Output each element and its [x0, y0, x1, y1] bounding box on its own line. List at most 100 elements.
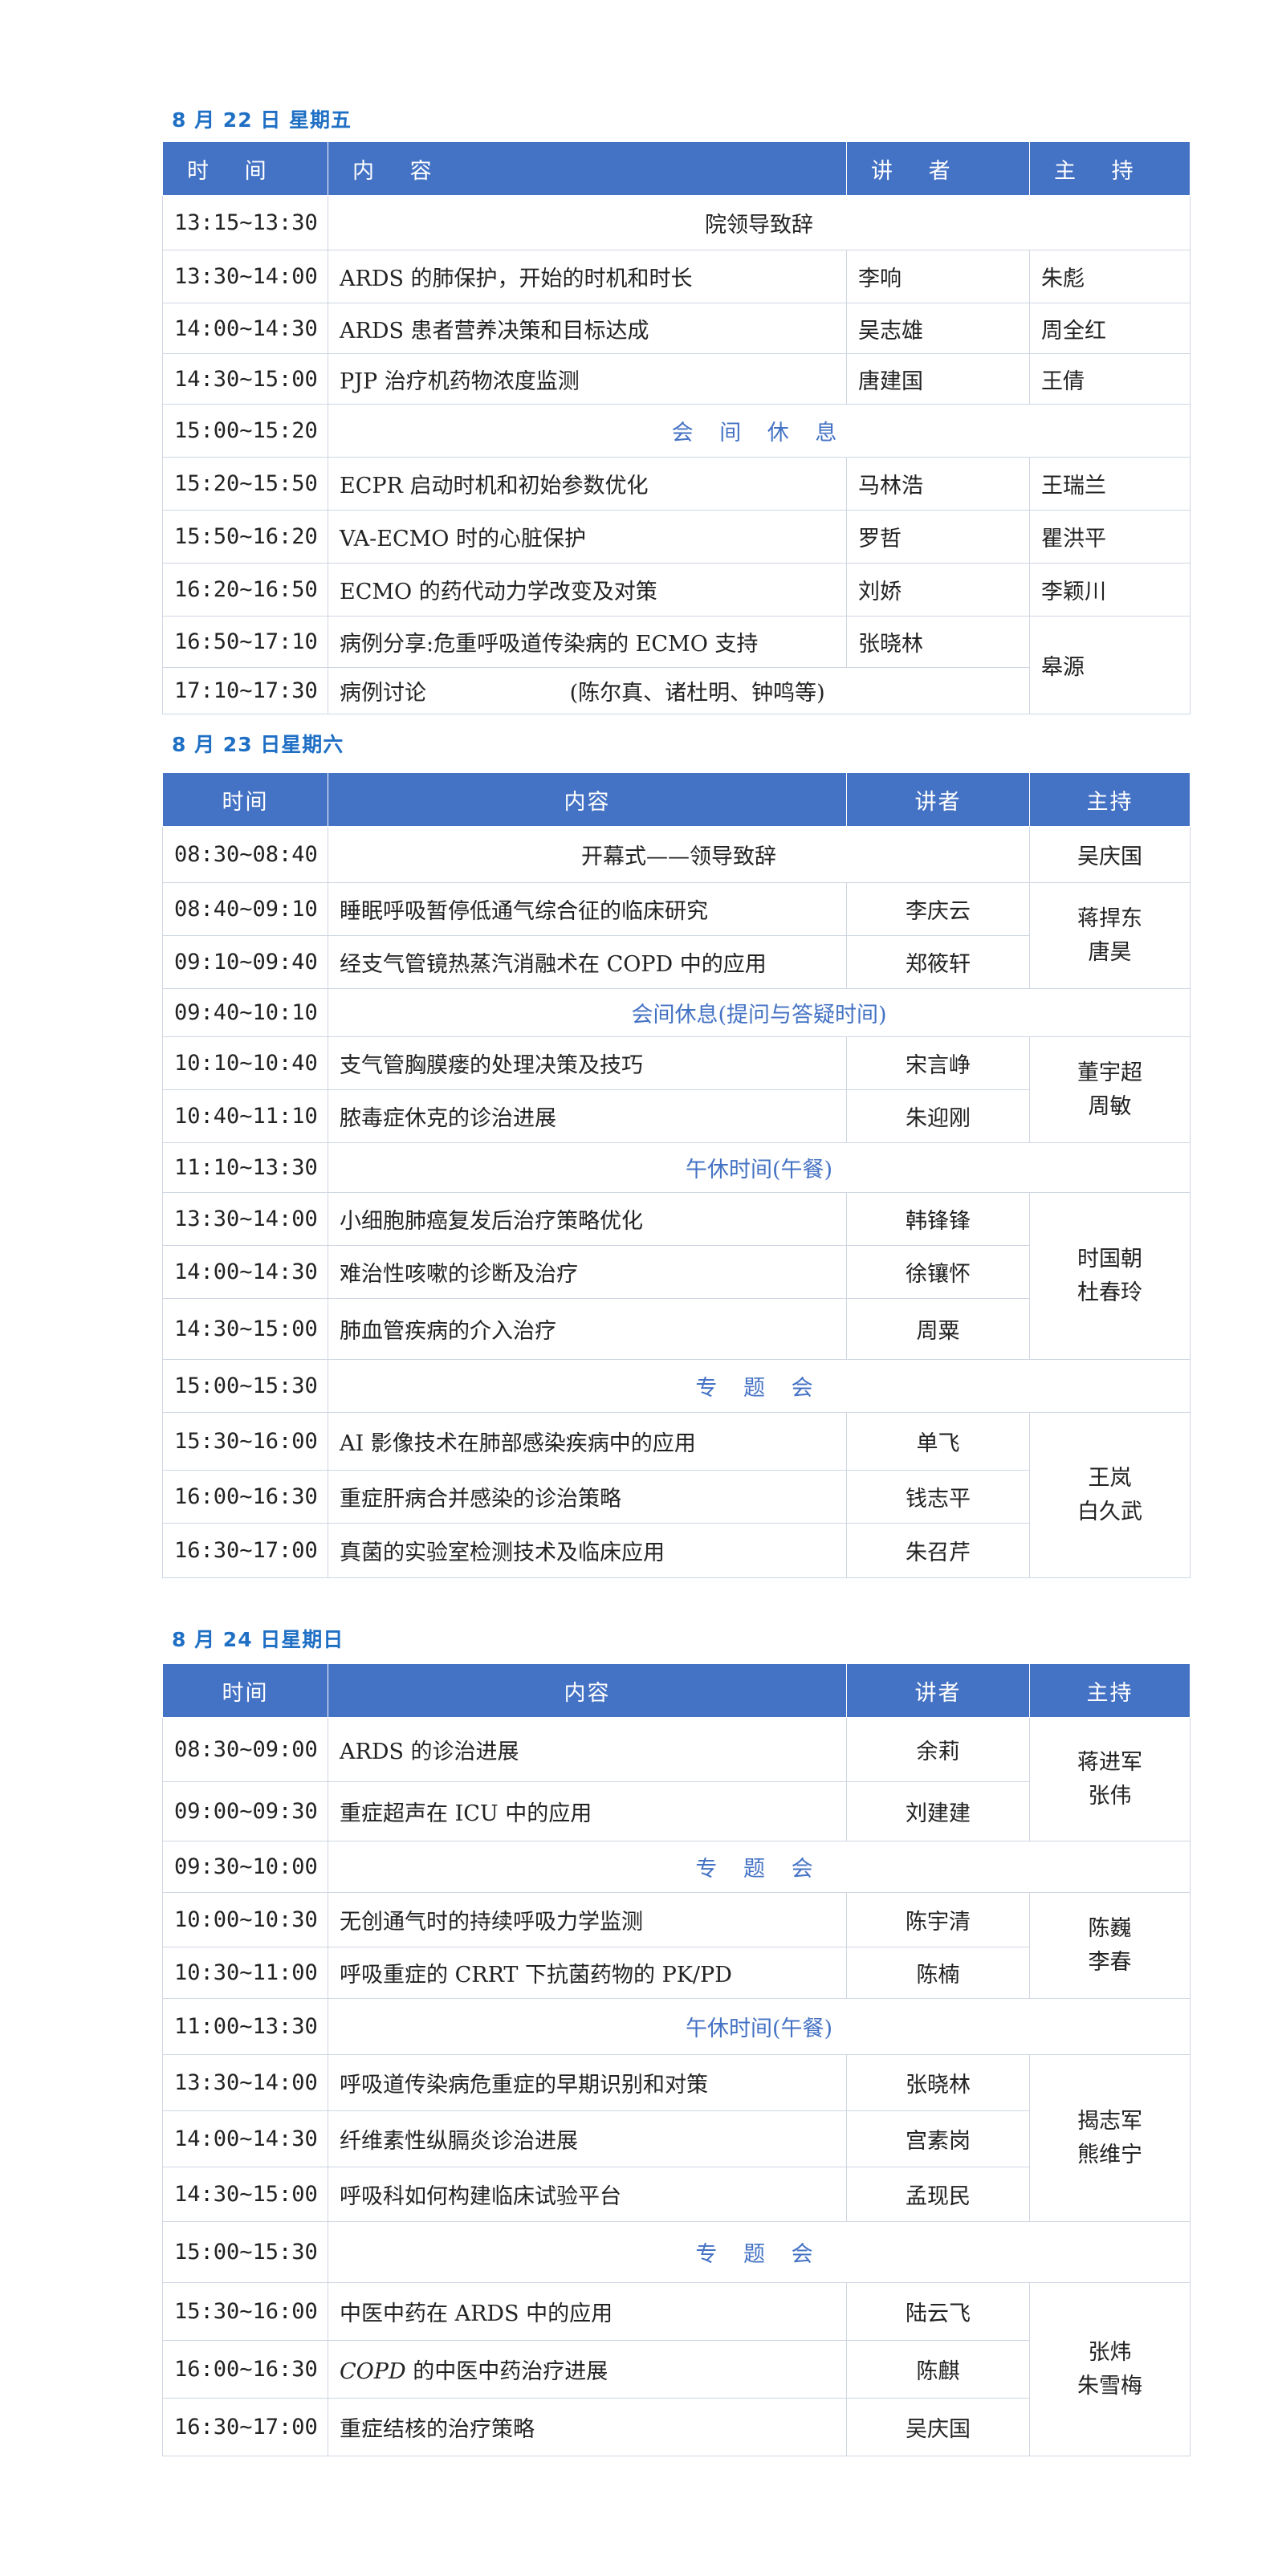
- header-content: 内容: [328, 772, 847, 827]
- host-name: 董宇超: [1077, 1060, 1142, 1085]
- content-cell: 小细胞肺癌复发后治疗策略优化: [328, 1192, 847, 1246]
- host-name: 杜春玲: [1077, 1280, 1142, 1305]
- host-name: 时国朝: [1077, 1246, 1142, 1272]
- speaker-cell: 吴庆国: [846, 2398, 1030, 2456]
- time-cell: 16:00~16:30: [162, 2340, 328, 2399]
- time-cell: 15:20~15:50: [162, 457, 328, 511]
- discussion-cell: 病例讨论 (陈尔真、诸杜明、钟鸣等): [328, 667, 1030, 714]
- host-cell: 皋源: [1029, 616, 1191, 714]
- table-row: 15:20~15:50 ECPR 启动时机和初始参数优化 马林浩 王瑞兰: [162, 457, 1191, 511]
- speaker-cell: 钱志平: [846, 1470, 1030, 1524]
- header-content: 内容: [328, 1663, 847, 1718]
- time-cell: 15:30~16:00: [162, 1412, 328, 1471]
- speaker-cell: 宋言峥: [846, 1036, 1030, 1090]
- table-header-row: 时间 内容 讲者 主持: [162, 772, 1191, 827]
- table-row: 08:30~08:40 开幕式——领导致辞 吴庆国: [162, 826, 1191, 883]
- table-row-break: 09:40~10:10 会间休息(提问与答疑时间): [162, 988, 1191, 1037]
- time-cell: 14:00~14:30: [162, 303, 328, 354]
- content-cell: 重症结核的治疗策略: [328, 2398, 847, 2456]
- speaker-cell: 朱迎刚: [846, 1089, 1030, 1143]
- content-cell: 病例分享:危重呼吸道传染病的 ECMO 支持: [328, 616, 847, 668]
- day1-heading: 8 月 22 日 星期五: [172, 108, 352, 132]
- time-cell: 15:00~15:20: [162, 404, 328, 458]
- speaker-cell: 郑筱轩: [846, 935, 1030, 989]
- time-cell: 08:30~09:00: [162, 1717, 328, 1782]
- content-cell: 脓毒症休克的诊治进展: [328, 1089, 847, 1143]
- speaker-cell: 韩锋锋: [846, 1192, 1030, 1246]
- host-cell: 揭志军 熊维宁: [1029, 2054, 1191, 2222]
- content-cell: ARDS 患者营养决策和目标达成: [328, 303, 847, 354]
- time-cell: 13:30~14:00: [162, 2054, 328, 2111]
- host-name: 揭志军: [1077, 2108, 1142, 2134]
- table-row: 16:50~17:10 病例分享:危重呼吸道传染病的 ECMO 支持 张晓林 皋…: [162, 616, 1191, 714]
- content-cell: 无创通气时的持续呼吸力学监测: [328, 1892, 847, 1947]
- table-row: 10:00~10:30 无创通气时的持续呼吸力学监测 陈宇清 陈巍 李春: [162, 1892, 1191, 1999]
- content-cell: 重症超声在 ICU 中的应用: [328, 1781, 847, 1841]
- time-cell: 16:50~17:10: [162, 616, 328, 668]
- host-name: 蒋进军: [1077, 1749, 1142, 1775]
- speaker-cell: 刘建建: [846, 1781, 1030, 1841]
- speaker-cell: 陈楠: [846, 1947, 1030, 1999]
- host-cell: 王岚 白久武: [1029, 1412, 1191, 1578]
- time-cell: 10:00~10:30: [162, 1892, 328, 1947]
- time-cell: 13:15~13:30: [162, 195, 328, 250]
- speaker-cell: 李庆云: [846, 882, 1030, 936]
- time-cell: 16:30~17:00: [162, 2398, 328, 2456]
- time-cell: 16:20~16:50: [162, 563, 328, 617]
- content-cell: 呼吸道传染病危重症的早期识别和对策: [328, 2054, 847, 2111]
- content-cell: VA-ECMO 时的心脏保护: [328, 510, 847, 564]
- host-cell: 李颖川: [1029, 563, 1191, 617]
- host-name: 唐昊: [1088, 939, 1132, 965]
- time-cell: 09:30~10:00: [162, 1841, 328, 1893]
- host-name: 蒋捍东: [1077, 905, 1142, 931]
- merged-content-cell: 院领导致辞: [328, 195, 1191, 250]
- time-cell: 11:10~13:30: [162, 1142, 328, 1193]
- host-cell: 陈巍 李春: [1029, 1892, 1191, 1999]
- time-cell: 16:30~17:00: [162, 1523, 328, 1578]
- host-cell: 蒋捍东 唐昊: [1029, 882, 1191, 989]
- speaker-cell: 陆云飞: [846, 2282, 1030, 2341]
- table-header-row: 时间 内容 讲者 主持: [162, 1663, 1191, 1718]
- time-cell: 14:00~14:30: [162, 1245, 328, 1299]
- table-row: 16:20~16:50 ECMO 的药代动力学改变及对策 刘娇 李颖川: [162, 563, 1191, 617]
- host-cell: 蒋进军 张伟: [1029, 1717, 1191, 1841]
- table-row-break: 15:00~15:30 专 题 会: [162, 1359, 1191, 1413]
- time-cell: 14:30~15:00: [162, 353, 328, 405]
- time-cell: 10:30~11:00: [162, 1947, 328, 1999]
- time-cell: 11:00~13:30: [162, 1998, 328, 2055]
- host-name: 张炜: [1088, 2339, 1132, 2365]
- header-speaker: 讲者: [846, 772, 1030, 827]
- time-cell: 08:40~09:10: [162, 882, 328, 936]
- time-cell: 15:00~15:30: [162, 1359, 328, 1413]
- host-cell: 周全红: [1029, 303, 1191, 354]
- table-row: 13:30~14:00 呼吸道传染病危重症的早期识别和对策 张晓林 揭志军 熊维…: [162, 2054, 1191, 2222]
- day2-heading: 8 月 23 日星期六: [172, 733, 344, 756]
- content-cell: 中医中药在 ARDS 中的应用: [328, 2282, 847, 2341]
- merged-content-cell: 开幕式——领导致辞: [328, 826, 1030, 883]
- host-cell: 张炜 朱雪梅: [1029, 2282, 1191, 2456]
- table-row-break: 11:10~13:30 午休时间(午餐): [162, 1142, 1191, 1193]
- host-cell: 吴庆国: [1029, 826, 1191, 883]
- speaker-cell: 刘娇: [846, 563, 1030, 617]
- break-label: 专 题 会: [328, 1841, 1191, 1893]
- time-cell: 09:10~09:40: [162, 935, 328, 989]
- header-host: 主 持: [1029, 141, 1191, 196]
- header-host: 主持: [1029, 772, 1191, 827]
- content-cell: 支气管胸膜瘘的处理决策及技巧: [328, 1036, 847, 1090]
- table-row: 10:10~10:40 支气管胸膜瘘的处理决策及技巧 宋言峥 董宇超 周敏: [162, 1036, 1191, 1143]
- table-row: 15:50~16:20 VA-ECMO 时的心脏保护 罗哲 瞿洪平: [162, 510, 1191, 564]
- speaker-cell: 宫素岗: [846, 2110, 1030, 2167]
- content-cell: ARDS 的诊治进展: [328, 1717, 847, 1782]
- table-row: 15:30~16:00 中医中药在 ARDS 中的应用 陆云飞 张炜 朱雪梅: [162, 2282, 1191, 2456]
- time-cell: 14:00~14:30: [162, 2110, 328, 2167]
- content-cell: 睡眠呼吸暂停低通气综合征的临床研究: [328, 882, 847, 936]
- header-host: 主持: [1029, 1663, 1191, 1718]
- time-cell: 15:30~16:00: [162, 2282, 328, 2341]
- host-name: 周敏: [1088, 1093, 1132, 1119]
- speaker-cell: 唐建国: [846, 353, 1030, 405]
- time-cell: 08:30~08:40: [162, 826, 328, 883]
- time-cell: 15:00~15:30: [162, 2221, 328, 2283]
- header-speaker: 讲 者: [846, 141, 1030, 196]
- break-label: 会 间 休 息: [328, 404, 1191, 458]
- table-row: 13:15~13:30 院领导致辞: [162, 195, 1191, 250]
